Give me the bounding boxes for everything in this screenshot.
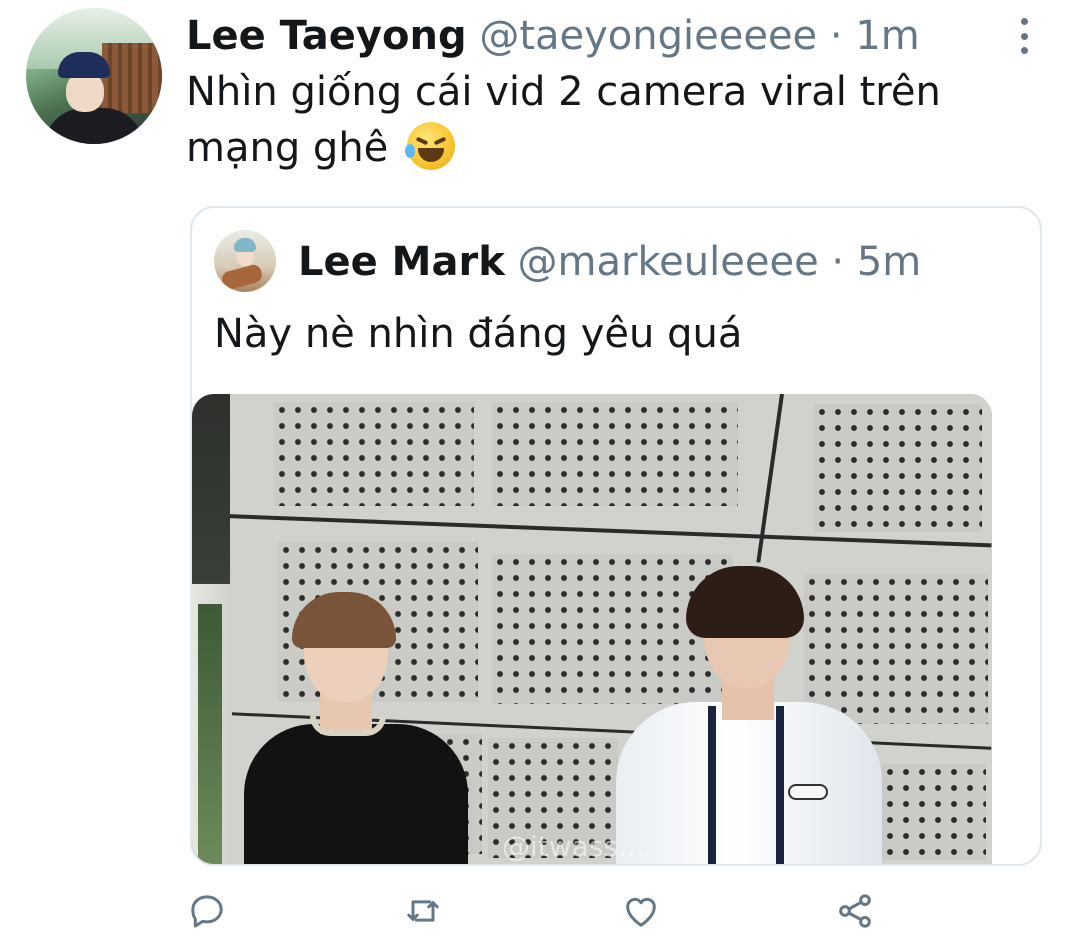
- person-right-jacket: [616, 702, 882, 864]
- quoted-author-name[interactable]: Lee Mark: [298, 239, 505, 285]
- perforated-panel: [814, 404, 982, 532]
- tweet-header: Lee Taeyong @taeyongieeeee · 1m: [186, 10, 920, 62]
- share-button[interactable]: [832, 888, 878, 934]
- quoted-author-avatar[interactable]: [214, 230, 276, 292]
- emoji-eye: [415, 136, 429, 146]
- tweet-text-content: Nhìn giống cái vid 2 camera viral trên m…: [186, 69, 941, 171]
- perforated-panel: [274, 402, 474, 506]
- avatar-building: [102, 43, 162, 113]
- rolling-on-floor-laughing-emoji-icon: [405, 122, 456, 170]
- avatar-hat: [58, 52, 110, 78]
- author-avatar[interactable]: [26, 8, 162, 144]
- quoted-tweet-header: Lee Mark @markeuleeee · 5m: [298, 236, 921, 288]
- header-separator: ·: [829, 13, 843, 59]
- tweet-text: Nhìn giống cái vid 2 camera viral trên m…: [186, 64, 1006, 176]
- tweet[interactable]: Lee Taeyong @taeyongieeeee · 1m Nhìn giố…: [0, 0, 1080, 946]
- person-left-shirt: [244, 724, 468, 864]
- retweet-button[interactable]: [400, 888, 446, 934]
- author-name[interactable]: Lee Taeyong: [186, 13, 467, 59]
- share-icon: [839, 894, 871, 928]
- quoted-header-separator: ·: [831, 239, 845, 285]
- quoted-author-handle[interactable]: @markeuleeee: [518, 239, 819, 285]
- more-options-button[interactable]: [1010, 14, 1038, 58]
- emoji-mouth: [418, 148, 445, 162]
- quoted-tweet-card[interactable]: Lee Mark @markeuleeee · 5m Này nè nhìn đ…: [190, 206, 1042, 866]
- quoted-tweet-text: Này nè nhìn đáng yêu quá: [214, 311, 743, 357]
- author-handle[interactable]: @taeyongieeeee: [479, 13, 817, 59]
- more-dot-icon: [1020, 47, 1028, 54]
- tweet-timestamp[interactable]: 1m: [855, 13, 919, 59]
- like-button[interactable]: [618, 888, 664, 934]
- jacket-logo: [788, 784, 828, 800]
- avatar-guitar: [220, 263, 264, 291]
- quoted-tweet-timestamp[interactable]: 5m: [857, 239, 921, 285]
- background-foliage: [198, 604, 222, 864]
- media-watermark: @itwass...: [502, 830, 645, 863]
- heart-icon: [626, 897, 656, 927]
- avatar-face: [66, 72, 104, 112]
- emoji-eye: [433, 136, 447, 146]
- reply-icon: [191, 895, 223, 928]
- emoji-tear: [405, 144, 416, 158]
- perforated-panel: [804, 574, 988, 724]
- perforated-panel: [882, 764, 986, 860]
- reply-button[interactable]: [184, 888, 230, 934]
- retweet-icon: [407, 900, 439, 922]
- quoted-tweet-media[interactable]: @itwass...: [192, 394, 992, 864]
- more-dot-icon: [1020, 32, 1028, 40]
- more-dot-icon: [1020, 18, 1028, 25]
- person-left-necklace: [310, 716, 386, 736]
- avatar-body: [44, 108, 144, 144]
- person-right-strap: [776, 706, 784, 864]
- perforated-panel: [492, 402, 738, 506]
- avatar-hair: [234, 238, 256, 252]
- person-right-strap: [708, 706, 716, 864]
